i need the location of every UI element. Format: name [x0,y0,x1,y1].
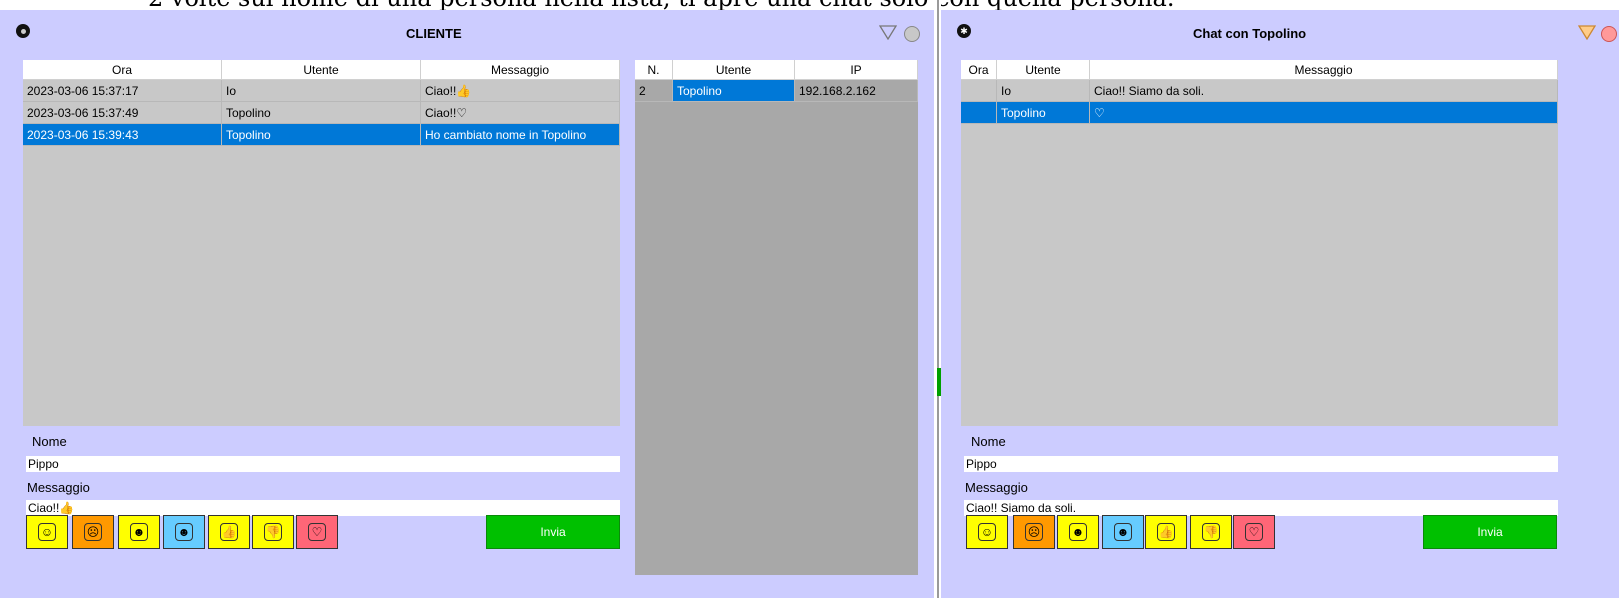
emoji-thumbs-down-button[interactable]: 👎 [252,515,294,549]
cell-messaggio: Ciao!!👍 [421,80,620,101]
user-row[interactable]: 2 Topolino 192.168.2.162 [635,80,918,102]
thumbs-up-icon: 👍 [1157,523,1175,541]
thumbs-up-icon: 👍 [220,523,238,541]
nome-field[interactable]: Pippo [964,456,1558,472]
column-header-utente[interactable]: Utente [673,60,795,79]
laugh-icon: ☻ [130,523,148,541]
cell-messaggio: ♡ [1090,102,1558,123]
table-row[interactable]: 2023-03-06 15:37:49 Topolino Ciao!!♡ [23,102,620,124]
scream-icon: ☻ [175,523,193,541]
minimize-triangle-icon[interactable] [1578,24,1596,40]
cliente-window: CLIENTE Ora Utente Messaggio 2023-03-06 … [0,10,934,598]
emoji-smile-button[interactable]: ☺ [966,515,1008,549]
window-divider [937,0,939,598]
column-header-ip[interactable]: IP [795,60,918,79]
column-header-ora[interactable]: Ora [23,60,222,79]
emoji-laugh-button[interactable]: ☻ [1057,515,1099,549]
cell-messaggio: Ciao!!♡ [421,102,620,123]
cell-utente: Topolino [222,124,421,145]
minimize-triangle-icon[interactable] [879,24,897,40]
smile-icon: ☺ [38,523,56,541]
cell-ora: 2023-03-06 15:37:17 [23,80,222,101]
emoji-heart-button[interactable]: ♡ [296,515,338,549]
emoji-thumbs-up-button[interactable]: 👍 [1145,515,1187,549]
cell-ora [961,102,997,123]
cell-utente: Topolino [222,102,421,123]
emoji-thumbs-down-button[interactable]: 👎 [1190,515,1232,549]
laugh-icon: ☻ [1069,523,1087,541]
close-button[interactable] [904,26,920,42]
app-icon: ✱ [957,24,971,38]
table-row[interactable]: 2023-03-06 15:37:17 Io Ciao!!👍 [23,80,620,102]
background-caption: 2 volte sul nome di una persona nella li… [148,0,1548,10]
table-row-selected[interactable]: 2023-03-06 15:39:43 Topolino Ho cambiato… [23,124,620,146]
close-button[interactable] [1601,26,1617,42]
heart-icon: ♡ [1245,523,1263,541]
send-button[interactable]: Invia [486,515,620,549]
cliente-titlebar[interactable]: CLIENTE [0,10,934,44]
cell-utente: Topolino [997,102,1090,123]
thumbs-down-icon: 👎 [1202,523,1220,541]
emoji-sad-button[interactable]: ☹ [72,515,114,549]
thumbs-down-icon: 👎 [264,523,282,541]
window-title: CLIENTE [406,26,462,41]
scream-icon: ☻ [1114,523,1132,541]
send-button[interactable]: Invia [1423,515,1557,549]
emoji-scream-button[interactable]: ☻ [163,515,205,549]
messaggio-label: Messaggio [965,480,1028,495]
messages-table-header: Ora Utente Messaggio [23,60,620,80]
smile-icon: ☺ [978,523,996,541]
chat-table-header: Ora Utente Messaggio [961,60,1558,80]
cell-utente: Io [222,80,421,101]
cell-ora: 2023-03-06 15:37:49 [23,102,222,123]
column-header-messaggio[interactable]: Messaggio [421,60,620,79]
messaggio-field[interactable]: Ciao!! Siamo da soli. [964,500,1558,516]
column-header-ora[interactable]: Ora [961,60,997,79]
messages-table: Ora Utente Messaggio 2023-03-06 15:37:17… [23,60,620,426]
users-table-header: N. Utente IP [635,60,918,80]
heart-icon: ♡ [308,523,326,541]
chat-window: ✱ Chat con Topolino Ora Utente Messaggio… [941,10,1619,598]
nome-field[interactable]: Pippo [26,456,620,472]
cell-n: 2 [635,80,673,101]
sad-icon: ☹ [1025,523,1043,541]
table-row[interactable]: Io Ciao!! Siamo da soli. [961,80,1558,102]
sad-icon: ☹ [84,523,102,541]
emoji-thumbs-up-button[interactable]: 👍 [208,515,250,549]
cell-ora: 2023-03-06 15:39:43 [23,124,222,145]
emoji-heart-button[interactable]: ♡ [1233,515,1275,549]
chat-titlebar[interactable]: ✱ Chat con Topolino [941,10,1619,44]
app-icon [16,24,30,38]
emoji-sad-button[interactable]: ☹ [1013,515,1055,549]
window-title: Chat con Topolino [1193,26,1307,41]
cell-messaggio: Ciao!! Siamo da soli. [1090,80,1558,101]
nome-label: Nome [32,434,67,449]
column-header-utente[interactable]: Utente [997,60,1090,79]
column-header-n[interactable]: N. [635,60,673,79]
chat-messages-table: Ora Utente Messaggio Io Ciao!! Siamo da … [961,60,1558,426]
users-table: N. Utente IP 2 Topolino 192.168.2.162 [635,60,918,575]
cell-utente: Topolino [673,80,795,101]
cell-ora [961,80,997,101]
messaggio-label: Messaggio [27,480,90,495]
emoji-scream-button[interactable]: ☻ [1102,515,1144,549]
column-header-messaggio[interactable]: Messaggio [1090,60,1558,79]
cell-messaggio: Ho cambiato nome in Topolino [421,124,620,145]
messaggio-field[interactable]: Ciao!!👍 [26,500,620,516]
column-header-utente[interactable]: Utente [222,60,421,79]
table-row-selected[interactable]: Topolino ♡ [961,102,1558,124]
emoji-laugh-button[interactable]: ☻ [118,515,160,549]
nome-label: Nome [971,434,1006,449]
emoji-smile-button[interactable]: ☺ [26,515,68,549]
cell-utente: Io [997,80,1090,101]
cell-ip: 192.168.2.162 [795,80,918,101]
